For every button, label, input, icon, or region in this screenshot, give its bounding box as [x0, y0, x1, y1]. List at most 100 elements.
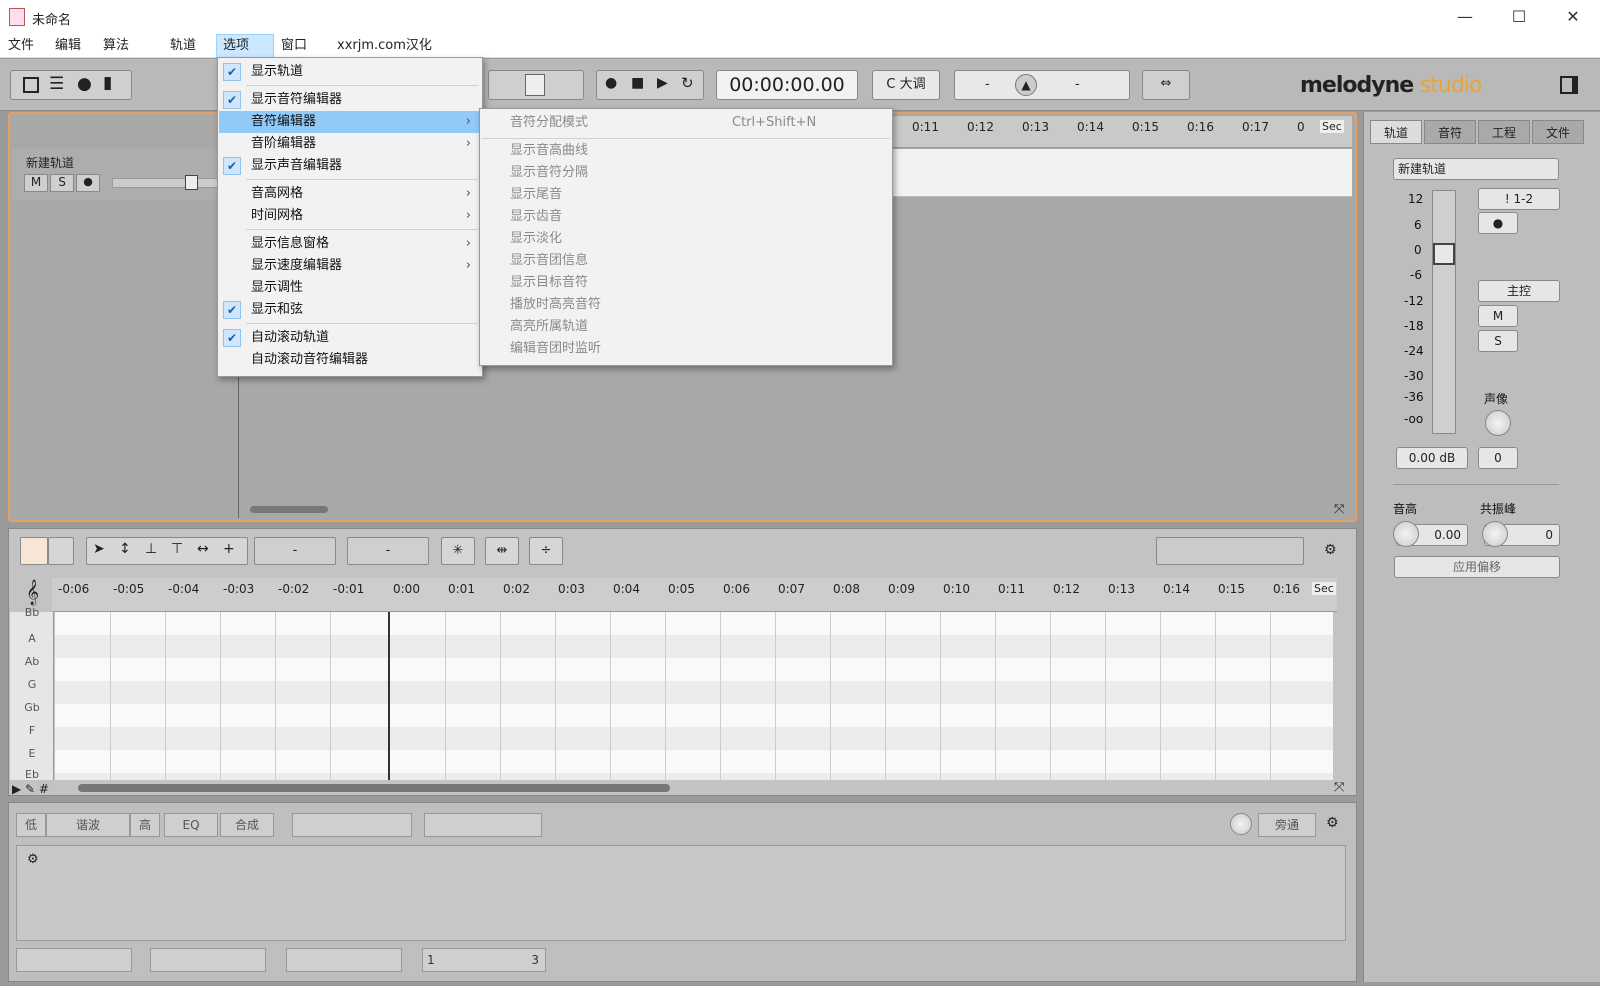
- track-header[interactable]: 新建轨道 M S ●: [12, 148, 222, 200]
- track-mute-button[interactable]: M: [24, 174, 48, 192]
- treble-clef-icon[interactable]: 𝄞: [26, 580, 39, 605]
- play-icon[interactable]: ▶: [657, 75, 668, 91]
- slider-handle[interactable]: [525, 74, 545, 96]
- editor-zoom-icon[interactable]: ⤧: [1334, 780, 1344, 795]
- pan-value[interactable]: 0: [1478, 447, 1518, 469]
- inspector-tab-note[interactable]: 音符: [1424, 120, 1476, 144]
- apply-offset-button[interactable]: 应用偏移: [1394, 556, 1560, 578]
- bottom-slider-2[interactable]: [150, 948, 266, 972]
- align-icon[interactable]: ÷: [529, 537, 563, 565]
- time-display[interactable]: 00:00:00.00: [716, 70, 858, 100]
- record-icon[interactable]: ●: [605, 75, 617, 91]
- menu-show-note-editor[interactable]: ✔ 显示音符编辑器: [219, 89, 481, 111]
- pan-knob[interactable]: [1485, 410, 1511, 436]
- inspector-tab-file[interactable]: 文件: [1532, 120, 1584, 144]
- submenu-show-pitch-curve[interactable]: 显示音高曲线: [510, 140, 588, 162]
- submenu-show-fades[interactable]: 显示淡化: [510, 228, 562, 250]
- editor-field-1[interactable]: -: [254, 537, 336, 565]
- tab-eq[interactable]: EQ: [164, 813, 218, 837]
- amplitude-tool-icon[interactable]: ⊤: [171, 541, 183, 557]
- submenu-show-target-notes[interactable]: 显示目标音符: [510, 272, 588, 294]
- inspector-mute-button[interactable]: M: [1478, 305, 1518, 327]
- tab-high[interactable]: 高: [130, 813, 160, 837]
- editor-scrollbar[interactable]: [78, 784, 670, 792]
- note-grid[interactable]: [55, 612, 1333, 780]
- submenu-monitor-editing[interactable]: 编辑音团时监听: [510, 338, 601, 360]
- submenu-show-tail[interactable]: 显示尾音: [510, 184, 562, 206]
- menu-track[interactable]: 轨道: [164, 34, 202, 58]
- menu-autoscroll-tracks[interactable]: ✔ 自动滚动轨道: [219, 327, 481, 349]
- tab-synth[interactable]: 合成: [220, 813, 274, 837]
- edit-tools-group[interactable]: ➤ ↕ ⊥ ⊤ ↔ +: [86, 537, 248, 565]
- submenu-highlight-playing[interactable]: 播放时高亮音符: [510, 294, 601, 316]
- playhead[interactable]: [388, 612, 390, 780]
- menu-file[interactable]: 文件: [2, 34, 40, 58]
- pitch-tool-icon[interactable]: ↕: [119, 541, 131, 557]
- pitch-ruler[interactable]: Bb A Ab G Gb F E Eb: [10, 606, 54, 781]
- pitch-knob[interactable]: [1393, 521, 1419, 547]
- record-arm-icon[interactable]: ●: [1478, 212, 1518, 234]
- menu-show-chords[interactable]: ✔ 显示和弦: [219, 299, 481, 321]
- sound-settings-icon[interactable]: ⚙: [1326, 815, 1339, 831]
- ruler-unit[interactable]: Sec: [1320, 120, 1344, 133]
- tempo-display[interactable]: - ▲ -: [954, 70, 1130, 100]
- key-display[interactable]: C 大调: [872, 70, 940, 100]
- bypass-button[interactable]: 旁通: [1258, 813, 1316, 837]
- output-select[interactable]: ! 1-2: [1478, 188, 1560, 210]
- gain-value[interactable]: 0.00 dB: [1396, 447, 1468, 469]
- inspector-solo-button[interactable]: S: [1478, 330, 1518, 352]
- volume-fader-handle[interactable]: [1433, 243, 1455, 265]
- menu-show-key[interactable]: 显示调性: [219, 277, 481, 299]
- zoom-fit-icon[interactable]: ⤧: [1334, 502, 1344, 517]
- time-tool-icon[interactable]: ↔: [197, 541, 209, 557]
- menu-show-tracks[interactable]: ✔ 显示轨道: [219, 61, 481, 83]
- sound-options-group[interactable]: [292, 813, 412, 837]
- menu-options[interactable]: 选项: [216, 34, 274, 58]
- menu-edit[interactable]: 编辑: [49, 34, 87, 58]
- bottom-slider-3[interactable]: [286, 948, 402, 972]
- editor-settings-icon[interactable]: ⚙: [1324, 542, 1337, 558]
- sound-slider-group[interactable]: [424, 813, 542, 837]
- menu-pitch-grid[interactable]: 音高网格 ›: [219, 183, 481, 205]
- inspector-track-name[interactable]: 新建轨道: [1393, 158, 1559, 180]
- menu-algorithm[interactable]: 算法: [97, 34, 135, 58]
- menu-window[interactable]: 窗口: [275, 34, 313, 58]
- loop-icon[interactable]: ↻: [681, 74, 694, 92]
- separation-tool-icon[interactable]: +: [223, 541, 235, 557]
- close-button[interactable]: ✕: [1546, 0, 1600, 34]
- submenu-note-assignment-mode[interactable]: 音符分配模式 Ctrl+Shift+N: [510, 112, 890, 134]
- scroll-slider[interactable]: [488, 70, 584, 100]
- display-options-group[interactable]: [1156, 537, 1304, 565]
- pencil-mode-icon[interactable]: [48, 537, 74, 565]
- tab-low[interactable]: 低: [16, 813, 46, 837]
- track-record-icon[interactable]: ●: [76, 174, 100, 192]
- bottom-slider-1[interactable]: [16, 948, 132, 972]
- bypass-knob[interactable]: [1230, 813, 1252, 835]
- formant-knob[interactable]: [1482, 521, 1508, 547]
- tempo-detect-icon[interactable]: ⇔: [1142, 70, 1190, 100]
- minimize-button[interactable]: —: [1438, 0, 1492, 34]
- pointer-icon[interactable]: ➤: [93, 541, 105, 557]
- inspector-tab-track[interactable]: 轨道: [1370, 120, 1422, 144]
- track-lane[interactable]: [886, 149, 1352, 197]
- menu-scale-editor[interactable]: 音阶编辑器 ›: [219, 133, 481, 155]
- menu-show-sound-editor[interactable]: ✔ 显示声音编辑器: [219, 155, 481, 177]
- pitch-quantize-icon[interactable]: ✳: [441, 537, 475, 565]
- volume-fader-track[interactable]: [1432, 190, 1456, 434]
- sound-area-settings-icon[interactable]: ⚙: [27, 852, 39, 867]
- maximize-button[interactable]: ☐: [1492, 0, 1546, 34]
- track-solo-button[interactable]: S: [50, 174, 74, 192]
- inspector-tab-project[interactable]: 工程: [1478, 120, 1530, 144]
- editor-field-2[interactable]: -: [347, 537, 429, 565]
- sound-editor-area[interactable]: ⚙: [16, 845, 1346, 941]
- view-toggle-group[interactable]: ☰ ● ▮: [10, 70, 132, 100]
- submenu-highlight-track[interactable]: 高亮所属轨道: [510, 316, 588, 338]
- tab-harmonics[interactable]: 谐波: [46, 813, 130, 837]
- submenu-show-sibilants[interactable]: 显示齿音: [510, 206, 562, 228]
- time-quantize-icon[interactable]: ⇹: [485, 537, 519, 565]
- editor-ruler[interactable]: -0:06 -0:05 -0:04 -0:03 -0:02 -0:01 0:00…: [52, 578, 1337, 612]
- blob-mode-icon[interactable]: [20, 537, 48, 565]
- menu-localization[interactable]: xxrjm.com汉化: [331, 34, 438, 58]
- inspector-toggle-icon[interactable]: [1560, 76, 1578, 94]
- menu-time-grid[interactable]: 时间网格 ›: [219, 205, 481, 227]
